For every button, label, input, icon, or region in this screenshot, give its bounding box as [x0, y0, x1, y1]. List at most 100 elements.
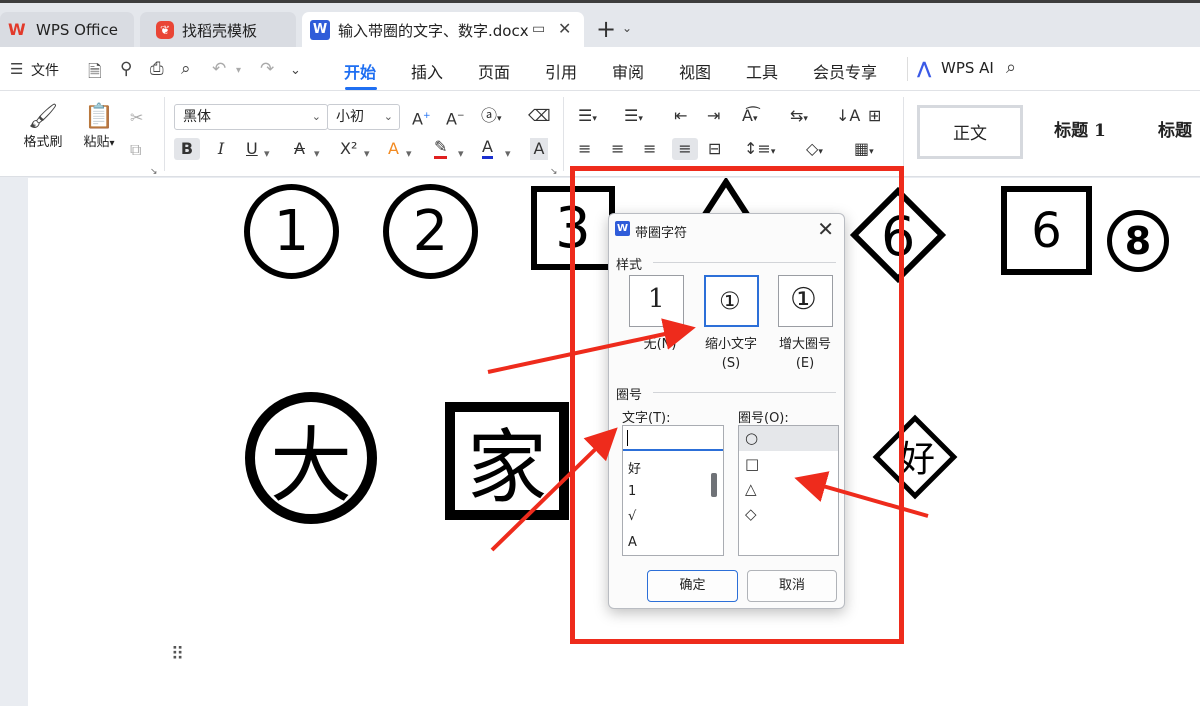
underline-button[interactable]: U: [246, 138, 258, 160]
shrink-font-icon[interactable]: A−: [446, 105, 465, 130]
drag-handle-icon[interactable]: ⠿: [171, 644, 184, 665]
tab-wps-office[interactable]: W WPS Office: [0, 12, 134, 48]
grow-font-icon[interactable]: A+: [412, 105, 431, 130]
menu-wps-ai[interactable]: WPS AI: [941, 59, 994, 77]
menu-page[interactable]: 页面: [478, 59, 510, 83]
distributed-icon[interactable]: ⊟: [708, 138, 721, 160]
enclosure-square-item[interactable]: □: [739, 452, 838, 477]
tab-document[interactable]: W 输入带圈的文字、数字.docx ▭ ✕: [302, 12, 584, 48]
enclosure-circle-item[interactable]: ○: [739, 426, 838, 451]
menu-tools[interactable]: 工具: [746, 59, 778, 83]
font-size-select[interactable]: 小初 ⌄: [327, 104, 400, 130]
ribbon-divider: [164, 97, 165, 171]
menu-icon[interactable]: ☰: [10, 60, 23, 78]
cancel-button[interactable]: 取消: [747, 570, 837, 602]
enclosed-char-2-text: 2: [412, 199, 449, 264]
search-icon[interactable]: ⌕: [1006, 57, 1016, 78]
font-name-select[interactable]: 黑体 ⌄: [174, 104, 328, 130]
chevron-down-icon[interactable]: ▾: [314, 143, 320, 165]
clear-format-icon[interactable]: ⌫: [528, 105, 551, 127]
scrollbar-thumb[interactable]: [711, 473, 717, 497]
format-painter-button[interactable]: 🖌 格式刷: [20, 101, 66, 150]
text-direction-icon[interactable]: ⇆▾: [790, 105, 808, 130]
line-spacing-icon[interactable]: ↕≡▾: [744, 138, 775, 163]
print-preview-icon[interactable]: ⌕: [181, 59, 191, 79]
style-normal[interactable]: 正文: [917, 105, 1023, 159]
menu-membership[interactable]: 会员专享: [813, 59, 877, 83]
bullets-icon[interactable]: ☰▾: [578, 105, 597, 130]
enclosure-diamond-item[interactable]: ◇: [739, 502, 838, 527]
menu-view[interactable]: 视图: [679, 59, 711, 83]
italic-button[interactable]: I: [212, 138, 230, 160]
circled-da-text: 大: [269, 418, 352, 514]
chevron-down-icon[interactable]: ▾: [364, 143, 370, 165]
character-shading-icon[interactable]: A: [530, 138, 548, 160]
chevron-down-icon[interactable]: ▾: [505, 143, 511, 165]
ribbon-divider: [903, 97, 904, 171]
text-item[interactable]: √: [628, 509, 636, 524]
numbering-icon[interactable]: ☰▾: [624, 105, 643, 130]
new-tab-button[interactable]: +: [596, 17, 616, 41]
style-heading-1[interactable]: 标题 1: [1026, 105, 1134, 159]
menu-file[interactable]: 文件: [31, 60, 59, 80]
undo-icon[interactable]: ↶: [212, 59, 226, 79]
justify-icon[interactable]: ≡: [672, 138, 698, 160]
align-right-icon[interactable]: ≡: [643, 138, 656, 160]
borders-icon[interactable]: ▦▾: [854, 138, 874, 163]
text-item[interactable]: 1: [628, 484, 636, 499]
clipboard-icon: 📋: [84, 102, 114, 130]
enclosed-char-1-text: 1: [273, 199, 310, 264]
chevron-down-icon[interactable]: ▾: [264, 143, 270, 165]
bold-button[interactable]: B: [174, 138, 200, 160]
menu-insert[interactable]: 插入: [411, 59, 443, 83]
text-input[interactable]: [623, 426, 723, 451]
paste-button[interactable]: 📋 粘贴▾: [76, 101, 122, 150]
character-spacing-icon[interactable]: A͡▾: [742, 105, 757, 130]
redo-icon[interactable]: ↷: [260, 59, 274, 79]
ok-button[interactable]: 确定: [647, 570, 738, 602]
chevron-down-icon[interactable]: ▾: [458, 143, 464, 165]
style-none-sample: 1: [648, 284, 665, 314]
strikethrough-icon[interactable]: A: [294, 138, 305, 160]
cut-icon[interactable]: ✂: [130, 107, 143, 129]
style-heading[interactable]: 标题: [1136, 105, 1200, 159]
close-tab-icon[interactable]: ✕: [558, 19, 571, 38]
show-marks-icon[interactable]: ⊞: [868, 105, 881, 127]
text-item[interactable]: 好: [628, 458, 641, 477]
chevron-down-icon[interactable]: ⌄: [622, 21, 632, 35]
sort-icon[interactable]: ↓A: [836, 105, 860, 127]
decrease-indent-icon[interactable]: ⇤: [674, 105, 687, 127]
word-doc-icon: W: [310, 20, 330, 40]
share-icon[interactable]: ⚲: [120, 59, 132, 79]
menu-references[interactable]: 引用: [545, 59, 577, 83]
font-color-icon[interactable]: A: [482, 138, 493, 159]
copy-icon[interactable]: ⧉: [130, 139, 141, 161]
style-none-option[interactable]: 1: [629, 275, 684, 327]
print-icon[interactable]: ⎙: [150, 59, 164, 79]
chevron-down-icon: ⌄: [383, 110, 393, 123]
close-icon[interactable]: ✕: [817, 217, 834, 241]
menu-review[interactable]: 审阅: [612, 59, 644, 83]
menu-home[interactable]: 开始: [344, 59, 376, 83]
text-list[interactable]: 好 1 √ A: [622, 425, 724, 556]
phonetic-guide-icon[interactable]: ⓐ▾: [481, 105, 502, 130]
text-item[interactable]: A: [628, 535, 637, 550]
enclosed-characters-dialog: W 带圈字符 ✕ 样式 1 ① ① 无(N) 缩小文字 (S) 增大圈号 (E)…: [608, 213, 845, 609]
style-shrink-option[interactable]: ①: [704, 275, 759, 327]
increase-indent-icon[interactable]: ⇥: [707, 105, 720, 127]
superscript-button[interactable]: X²: [340, 138, 357, 160]
text-effect-icon[interactable]: A: [388, 138, 399, 160]
enclosure-triangle-item[interactable]: △: [739, 477, 838, 502]
chevron-down-icon[interactable]: ▾: [406, 143, 412, 165]
enclosure-list[interactable]: ○ □ △ ◇: [738, 425, 839, 556]
align-center-icon[interactable]: ≡: [611, 138, 624, 160]
window-icon[interactable]: ▭: [532, 21, 545, 37]
more-chevron-icon[interactable]: ⌄: [290, 63, 301, 78]
tab-template[interactable]: ❦ 找稻壳模板: [140, 12, 296, 48]
style-enlarge-option[interactable]: ①: [778, 275, 833, 327]
align-left-icon[interactable]: ≡: [578, 138, 591, 160]
shading-icon[interactable]: ◇▾: [806, 138, 823, 163]
save-icon[interactable]: 🗎: [88, 59, 102, 88]
highlight-icon[interactable]: ✎: [434, 138, 448, 159]
undo-chevron-icon[interactable]: ▾: [236, 65, 241, 76]
